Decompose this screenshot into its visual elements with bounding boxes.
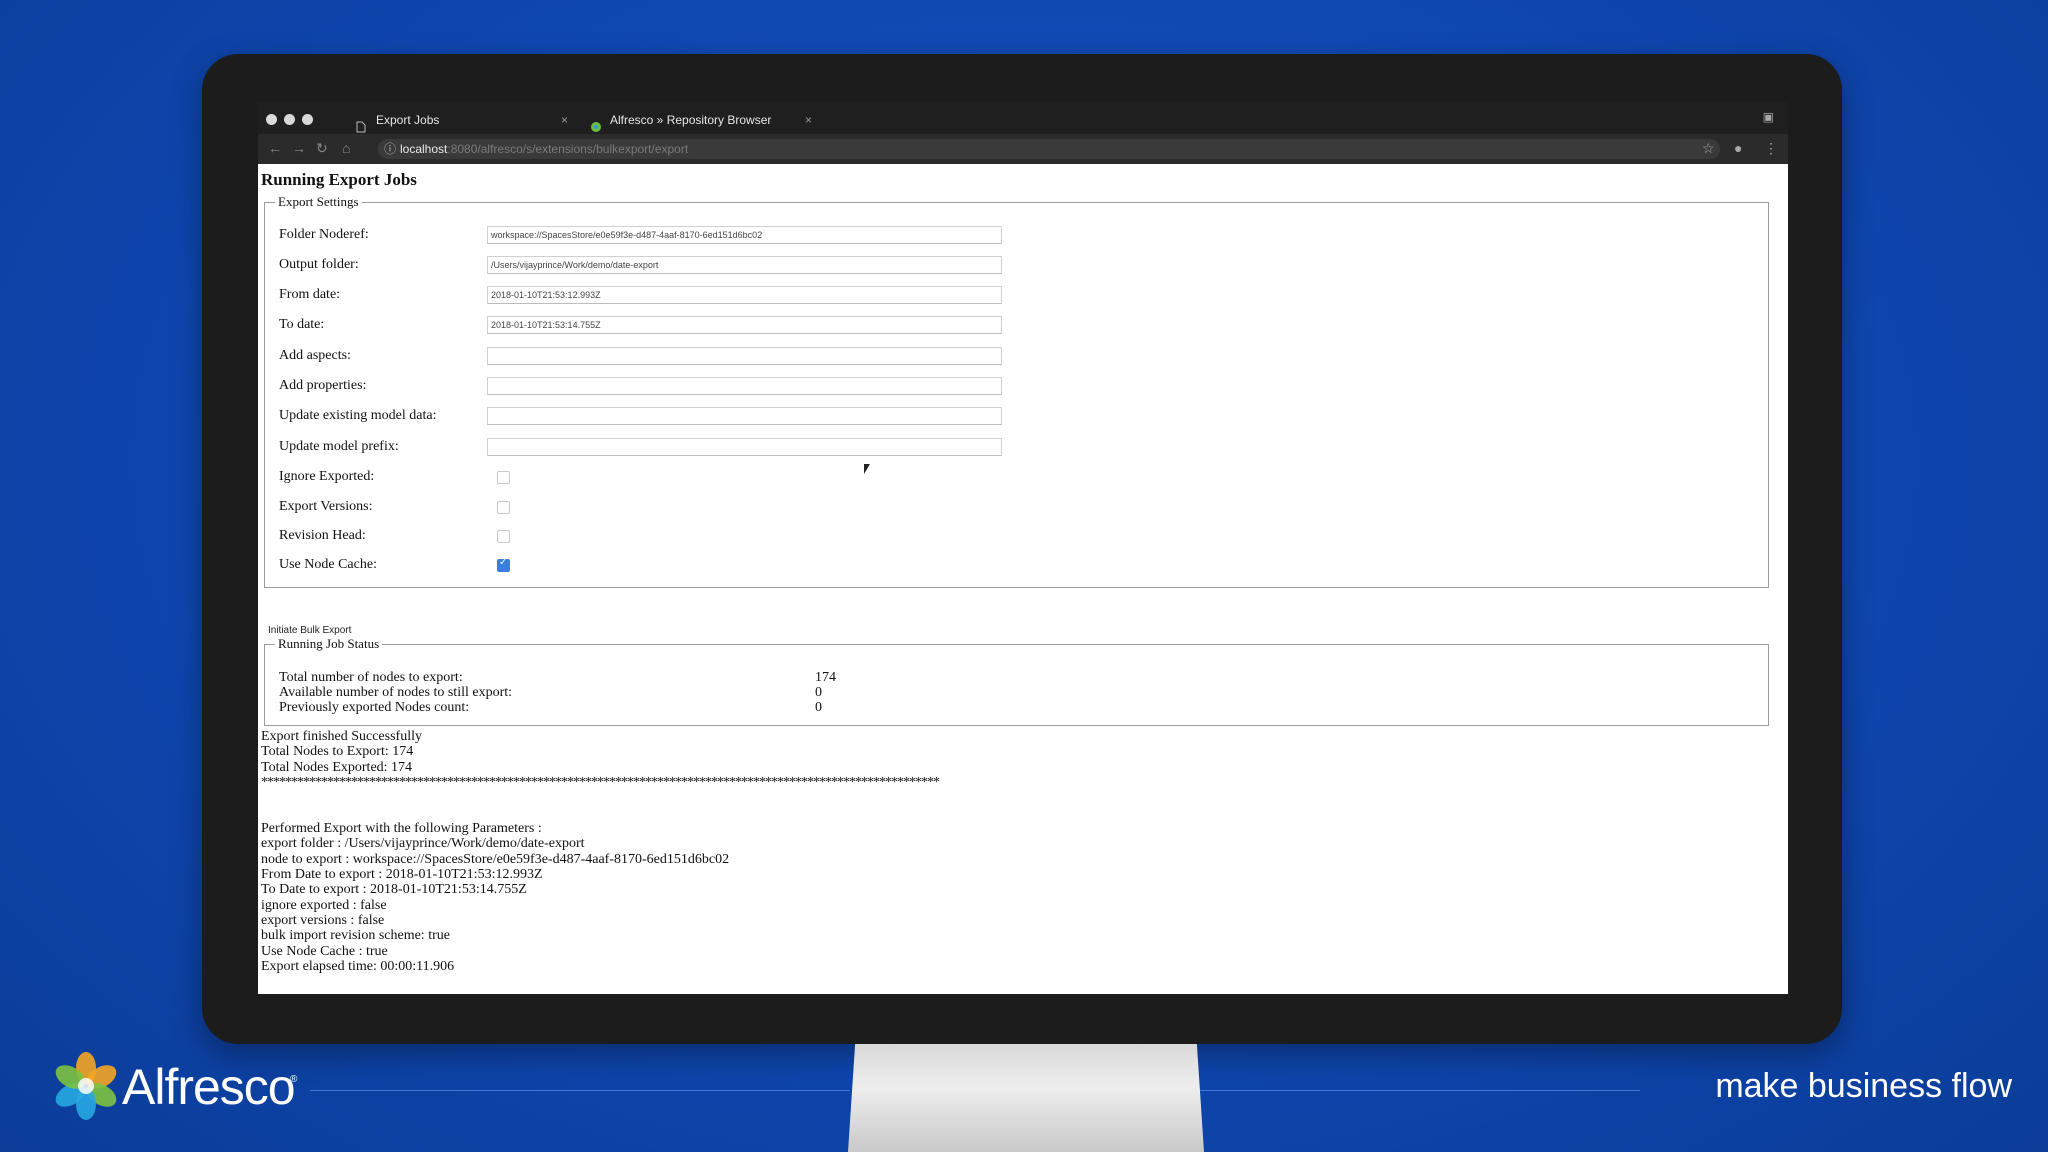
folder-noderef-input[interactable]: workspace://SpacesStore/e0e59f3e-d487-4a… [487,226,1002,244]
status-row-total: Total number of nodes to export: 174 [279,670,836,685]
field-label: Ignore Exported: [279,469,375,484]
extension-icon[interactable]: ● [1734,140,1742,156]
use-node-cache-checkbox[interactable] [497,557,510,572]
log-line: ignore exported : false [261,897,387,913]
field-label: Output folder: [279,257,359,272]
log-line: bulk import revision scheme: true [261,928,450,944]
log-line: Total Nodes to Export: 174 [261,744,414,760]
from-date-input[interactable]: 2018-01-10T21:53:12.993Z [487,286,1002,304]
status-label: Available number of nodes to still expor… [279,685,513,700]
field-label: Folder Noderef: [279,227,369,242]
status-row-available: Available number of nodes to still expor… [279,685,822,700]
field-label: Update model prefix: [279,439,399,454]
browser-window: Export Jobs × Alfresco » Repository Brow… [258,102,1788,994]
field-label: Add aspects: [279,348,351,363]
fieldset-legend: Export Settings [275,194,362,210]
ignore-exported-checkbox[interactable] [497,471,510,484]
field-label: Revision Head: [279,528,366,543]
status-value: 174 [815,670,836,685]
home-icon[interactable]: ⌂ [342,140,350,156]
url-host: localhost [400,142,448,156]
log-line: node to export : workspace://SpacesStore… [261,851,730,867]
close-tab-icon[interactable]: × [805,106,812,134]
log-line: Total Nodes Exported: 174 [261,759,413,775]
status-value: 0 [815,685,822,700]
tab-repository-browser[interactable]: Alfresco » Repository Browser × [578,106,820,134]
status-label: Total number of nodes to export: [279,670,463,685]
field-label: Update existing model data: [279,408,437,423]
page-content: Running Export Jobs Export Settings Fold… [258,164,1788,994]
url-path: :8080/alfresco/s/extensions/bulkexport/e… [447,142,689,156]
field-label: To date: [279,317,325,332]
bookmark-star-icon[interactable]: ☆ [1702,140,1715,157]
field-label: From date: [279,287,341,302]
update-model-prefix-input[interactable] [487,438,1002,456]
add-aspects-input[interactable] [487,347,1002,365]
forward-icon[interactable]: → [292,140,306,156]
tab-strip: Export Jobs × Alfresco » Repository Brow… [258,102,1788,134]
log-line: From Date to export : 2018-01-10T21:53:1… [261,867,543,883]
export-versions-checkbox[interactable] [497,501,510,514]
log-line: Use Node Cache : true [261,943,388,959]
trademark-mark: ® [290,1074,298,1085]
tagline: make business flow [1715,1067,2012,1105]
initiate-bulk-export-button[interactable]: Initiate Bulk Export [268,625,351,636]
alfresco-logo-icon [55,1052,117,1120]
profile-icon[interactable]: ▣ [1763,110,1774,125]
address-bar-row: ← → ↻ ⌂ ⓘ localhost:8080/alfresco/s/exte… [258,134,1788,164]
tab-label: Export Jobs [376,113,440,127]
field-label: Use Node Cache: [279,557,377,572]
monitor-stand [848,1044,1204,1152]
maximize-window-dot[interactable] [302,114,313,125]
export-settings-fieldset: Export Settings Folder Noderef: workspac… [264,194,1769,588]
back-icon[interactable]: ← [268,140,282,156]
log-line: To Date to export : 2018-01-10T21:53:14.… [261,882,527,898]
log-separator: ****************************************… [261,774,940,790]
status-row-previous: Previously exported Nodes count: 0 [279,700,822,715]
minimize-window-dot[interactable] [284,114,295,125]
log-line: export versions : false [261,912,385,928]
status-value: 0 [815,700,822,715]
menu-icon[interactable]: ⋮ [1764,140,1778,157]
close-tab-icon[interactable]: × [561,106,568,134]
tab-export-jobs[interactable]: Export Jobs × [344,106,576,134]
running-job-status-fieldset: Running Job Status Total number of nodes… [264,636,1769,726]
info-icon[interactable]: ⓘ [384,139,396,159]
log-line: Export finished Successfully [261,729,422,744]
mouse-cursor-icon [864,464,870,474]
to-date-input[interactable]: 2018-01-10T21:53:14.755Z [487,316,1002,334]
revision-head-checkbox[interactable] [497,530,510,543]
divider-line [310,1090,850,1091]
add-properties-input[interactable] [487,377,1002,395]
field-label: Add properties: [279,378,367,393]
page-title: Running Export Jobs [261,170,417,189]
close-window-dot[interactable] [266,114,277,125]
address-bar[interactable]: ⓘ localhost:8080/alfresco/s/extensions/b… [378,139,1720,159]
reload-icon[interactable]: ↻ [316,140,328,157]
tab-label: Alfresco » Repository Browser [610,113,772,127]
log-line: export folder : /Users/vijayprince/Work/… [261,836,585,852]
brand-name: Alfresco [122,1059,296,1115]
export-log: Export finished Successfully Total Nodes … [261,729,940,974]
output-folder-input[interactable]: /Users/vijayprince/Work/demo/date-export [487,256,1002,274]
divider-line [1200,1090,1640,1091]
status-label: Previously exported Nodes count: [279,700,470,715]
document-icon [356,115,368,133]
field-label: Export Versions: [279,499,373,514]
fieldset-legend: Running Job Status [275,636,383,652]
log-line: Export elapsed time: 00:00:11.906 [261,958,455,974]
log-line: Performed Export with the following Para… [261,821,542,837]
alfresco-favicon-icon [590,115,602,132]
update-model-data-input[interactable] [487,407,1002,425]
